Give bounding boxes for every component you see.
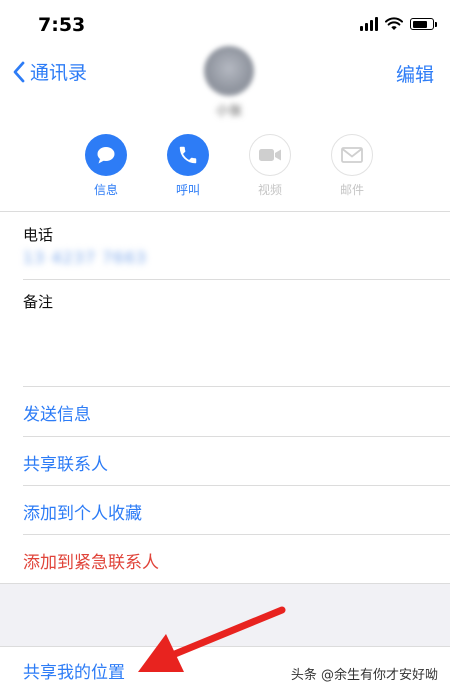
mail-action-button[interactable]: 邮件	[322, 134, 382, 198]
message-icon	[97, 147, 115, 164]
divider	[23, 279, 450, 280]
wifi-icon	[385, 17, 403, 30]
mail-icon	[341, 147, 363, 163]
notes-field[interactable]	[23, 315, 428, 383]
avatar	[204, 46, 254, 96]
phone-number-link[interactable]: 13 4237 7663	[23, 248, 147, 267]
send-message-link[interactable]: 发送信息	[23, 400, 91, 425]
phone-icon	[179, 146, 197, 164]
mail-action-label: 邮件	[339, 183, 364, 197]
phone-label: 电话	[23, 226, 54, 244]
share-contact-link[interactable]: 共享联系人	[23, 450, 108, 475]
call-action-button[interactable]: 呼叫	[158, 134, 218, 198]
edit-button[interactable]: 编辑	[396, 60, 434, 87]
contact-name: 小张	[215, 104, 242, 119]
divider	[23, 436, 450, 437]
action-bar: 信息 呼叫 视频 邮件	[0, 134, 450, 204]
divider	[23, 534, 450, 535]
battery-level	[412, 20, 427, 28]
battery-icon	[410, 18, 437, 30]
back-button[interactable]: 通讯录	[12, 58, 87, 85]
video-action-button[interactable]: 视频	[240, 134, 300, 198]
chevron-left-icon	[13, 61, 25, 82]
cellular-signal-icon	[360, 17, 378, 31]
video-action-label: 视频	[257, 183, 282, 197]
divider	[23, 485, 450, 486]
call-action-label: 呼叫	[175, 183, 200, 197]
watermark-text: 头条 @余生有你才安好呦	[290, 668, 438, 683]
message-action-label: 信息	[93, 183, 118, 197]
status-icons	[360, 17, 437, 31]
notes-label: 备注	[23, 293, 54, 311]
message-action-button[interactable]: 信息	[76, 134, 136, 198]
watermark: 头条 @余生有你才安好呦	[291, 664, 438, 683]
divider	[23, 386, 450, 387]
divider	[0, 211, 450, 212]
status-time: 7:53	[38, 14, 86, 36]
video-icon	[259, 149, 281, 161]
status-bar: 7:53	[0, 0, 450, 50]
annotation-arrow-icon	[138, 606, 286, 672]
back-label: 通讯录	[30, 62, 88, 84]
share-my-location-link[interactable]: 共享我的位置	[23, 658, 125, 683]
add-to-emergency-contacts-link[interactable]: 添加到紧急联系人	[23, 548, 159, 573]
add-to-favorites-link[interactable]: 添加到个人收藏	[23, 499, 142, 524]
